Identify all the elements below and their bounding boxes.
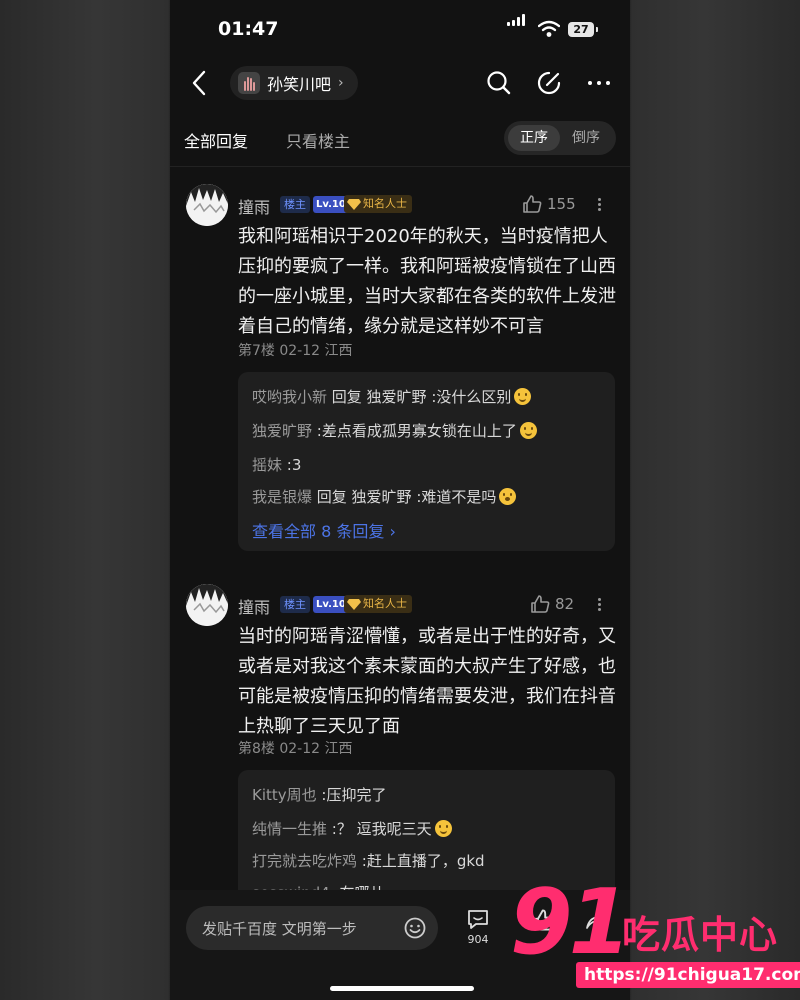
sort-desc-button[interactable]: 倒序 [560, 125, 612, 151]
like-button[interactable]: 155 [522, 194, 576, 214]
smile-emoji-icon [434, 820, 452, 837]
sort-toggle: 正序 倒序 [504, 121, 616, 155]
reply-text: 回复 独爱旷野 :难道不是吗 [312, 488, 497, 506]
post-content: 当时的阿瑶青涩懵懂，或者是出于性的好奇，又或者是对我这个素未蒙面的大叔产生了好感… [238, 626, 616, 737]
post-meta: 第7楼 02-12 江西 [238, 343, 353, 359]
post-more-icon[interactable] [598, 596, 602, 613]
reply-item[interactable]: 我是银爆 回复 独爱旷野 :难道不是吗 [252, 486, 517, 507]
comment-icon [468, 910, 488, 929]
post-meta: 第8楼 02-12 江西 [238, 741, 353, 757]
smile-emoji-icon [519, 422, 537, 439]
reply-item[interactable]: 纯情一生推 :？ 逗我呢三天 [252, 818, 452, 839]
reply-item[interactable]: 独爱旷野 :差点看成孤男寡女锁在山上了 [252, 420, 537, 441]
status-time: 01:47 [218, 18, 279, 40]
tab-only-op[interactable]: 只看楼主 [286, 128, 350, 152]
reply-text: :赶上直播了，gkd [357, 852, 485, 870]
reply-author[interactable]: 纯情一生推 [252, 820, 327, 838]
thumbs-up-icon [523, 195, 542, 213]
reply-text: 回复 独爱旷野 :没什么区别 [327, 388, 512, 406]
op-badge: 楼主 [280, 596, 310, 613]
watermark: 91 吃瓜中心 https://91chigua17.com [510, 870, 800, 1000]
status-bar: 01:47 27 [170, 0, 630, 56]
tab-all-replies[interactable]: 全部回复 [184, 128, 248, 152]
reply-input-placeholder: 发贴千百度 文明第一步 [202, 920, 357, 938]
reply-item[interactable]: 打完就去吃炸鸡 :赶上直播了，gkd [252, 850, 485, 871]
reply-item[interactable]: Kitty周也 :压抑完了 [252, 784, 386, 805]
reply-author[interactable]: 哎哟我小新 [252, 388, 327, 406]
reply-author[interactable]: 我是银爆 [252, 488, 312, 506]
watermark-url: https://91chigua17.com [576, 962, 800, 988]
chevron-right-icon: › [338, 75, 344, 91]
comment-button[interactable]: 904 [466, 908, 490, 946]
comment-count: 904 [467, 933, 489, 946]
reply-text: :压抑完了 [316, 786, 387, 804]
diamond-icon [347, 199, 361, 210]
nav-bar: 孙笑川吧 › [170, 56, 630, 110]
shocked-emoji-icon [499, 488, 517, 505]
reply-filter-tabs: 全部回复 只看楼主 正序 倒序 [170, 110, 630, 167]
watermark-logo: 91 [510, 870, 631, 975]
famous-badge: 知名人士 [344, 195, 412, 213]
reply-input[interactable]: 发贴千百度 文明第一步 [186, 906, 438, 950]
username[interactable]: 撞雨 [238, 194, 270, 218]
sort-asc-button[interactable]: 正序 [508, 125, 560, 151]
reply-box: 哎哟我小新 回复 独爱旷野 :没什么区别 独爱旷野 :差点看成孤男寡女锁在山上了… [238, 372, 615, 551]
like-button[interactable]: 82 [530, 594, 574, 614]
thumbs-up-icon [531, 595, 550, 613]
view-all-replies-link[interactable]: 查看全部 8 条回复 › [252, 518, 396, 542]
reply-text: :？ 逗我呢三天 [327, 820, 432, 838]
reply-author[interactable]: Kitty周也 [252, 786, 317, 804]
famous-badge-label: 知名人士 [363, 197, 407, 210]
reply-item[interactable]: 摇妹 :3 [252, 454, 301, 475]
reply-item[interactable]: 哎哟我小新 回复 独爱旷野 :没什么区别 [252, 386, 532, 407]
diamond-icon [347, 599, 361, 610]
post-content: 我和阿瑶相识于2020年的秋天，当时疫情把人压抑的要疯了一样。我和阿瑶被疫情锁在… [238, 226, 616, 337]
emoji-icon[interactable] [404, 917, 426, 939]
battery-icon: 27 [568, 22, 598, 37]
famous-badge: 知名人士 [344, 595, 412, 613]
search-icon[interactable] [486, 70, 512, 96]
smile-emoji-icon [514, 388, 532, 405]
watermark-name: 吃瓜中心 [622, 913, 779, 957]
back-arrow-icon[interactable] [188, 68, 212, 98]
phone-screen: 01:47 27 孙笑川吧 › 全部回复 只看楼主 正序 倒序 撞雨 楼主 Lv… [170, 0, 630, 1000]
compose-icon[interactable] [536, 70, 562, 96]
wifi-icon [538, 20, 560, 37]
reply-author[interactable]: 独爱旷野 [252, 422, 312, 440]
reply-author[interactable]: 打完就去吃炸鸡 [252, 852, 357, 870]
reply-author[interactable]: 摇妹 [252, 456, 282, 474]
reply-text: :3 [282, 456, 302, 474]
like-count: 155 [547, 195, 576, 213]
forum-pill[interactable]: 孙笑川吧 › [230, 66, 358, 100]
forum-avatar-icon [238, 72, 260, 94]
home-indicator [330, 986, 474, 991]
avatar[interactable] [186, 184, 228, 226]
more-icon[interactable] [586, 70, 612, 96]
forum-name: 孙笑川吧 [267, 75, 332, 94]
post-more-icon[interactable] [598, 196, 602, 213]
reply-text: :差点看成孤男寡女锁在山上了 [312, 422, 517, 440]
op-badge: 楼主 [280, 196, 310, 213]
username[interactable]: 撞雨 [238, 594, 270, 618]
avatar[interactable] [186, 584, 228, 626]
like-count: 82 [555, 595, 575, 613]
famous-badge-label: 知名人士 [363, 597, 407, 610]
